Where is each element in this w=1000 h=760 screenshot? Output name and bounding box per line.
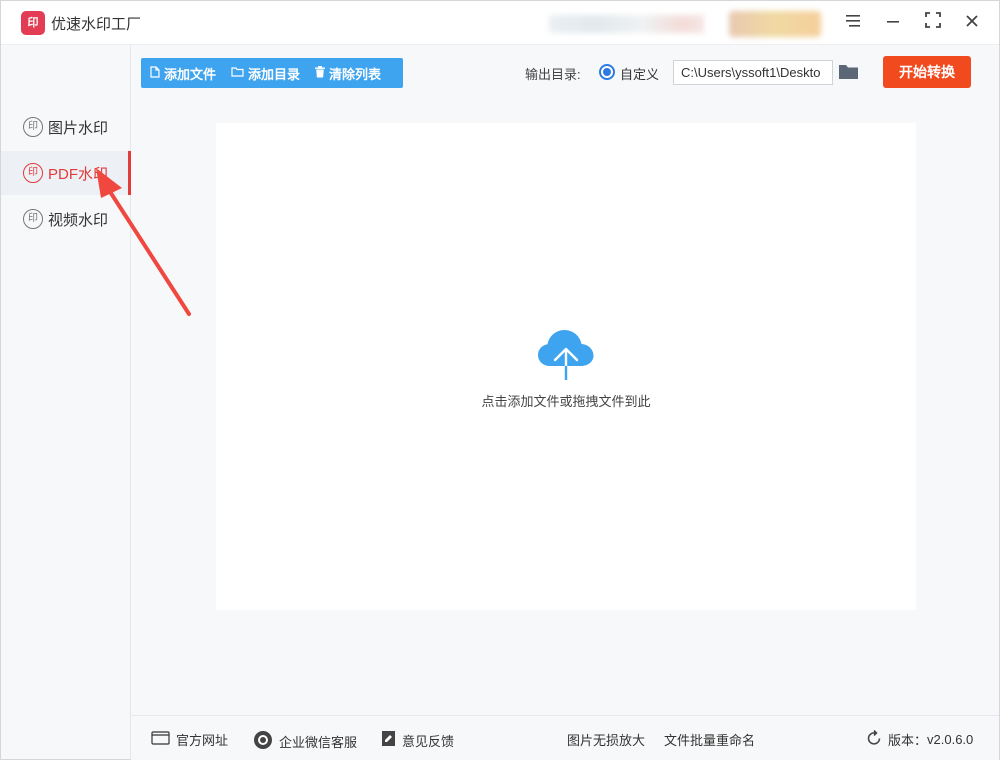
feedback-label: 意见反馈: [402, 733, 455, 749]
drop-zone-hint: 点击添加文件或拖拽文件到此: [481, 394, 651, 409]
feedback-link[interactable]: 意见反馈: [381, 730, 454, 750]
refresh-icon: [866, 729, 882, 749]
website-label: 官方网址: [176, 733, 229, 748]
sidebar-item-label: 视频水印: [48, 211, 109, 229]
feedback-icon: [381, 730, 396, 750]
version-number: v2.0.6.0: [927, 732, 974, 747]
blurred-user-info: [549, 11, 821, 37]
minimize-icon[interactable]: [881, 11, 905, 35]
chat-icon: [253, 730, 273, 753]
menu-icon[interactable]: [841, 11, 865, 35]
app-logo-icon: 印: [21, 11, 45, 35]
version-label: 版本：: [888, 733, 928, 748]
sidebar-item-video-watermark[interactable]: 印 视频水印: [1, 197, 131, 241]
add-file-button[interactable]: 添加文件: [141, 58, 222, 88]
file-toolbar: 添加文件 添加目录 清除列表: [141, 58, 403, 88]
footer-bar: 官方网址 企业微信客服 意见反馈 图片无损放大 文件批量重命名 版本： v2.0…: [131, 715, 999, 760]
active-indicator: [128, 151, 131, 195]
trash-icon: [315, 65, 326, 81]
sidebar-item-pdf-watermark[interactable]: 印 PDF水印: [1, 151, 131, 195]
clear-list-button[interactable]: 清除列表: [306, 58, 387, 88]
folder-icon: [231, 66, 244, 80]
sidebar-item-label: PDF水印: [48, 165, 109, 183]
wechat-label: 企业微信客服: [279, 735, 358, 750]
file-drop-zone[interactable]: 点击添加文件或拖拽文件到此: [216, 123, 916, 610]
version-info[interactable]: 版本： v2.0.6.0: [866, 729, 974, 749]
image-upscale-link[interactable]: 图片无损放大: [567, 730, 645, 749]
app-title: 优速水印工厂: [51, 16, 142, 33]
custom-radio[interactable]: [599, 64, 615, 80]
app-window: 印 优速水印工厂 印 图片水印 印 PDF水印 印 视频水印 添加文件 添加目录…: [0, 0, 1000, 760]
sidebar: 印 图片水印 印 PDF水印 印 视频水印: [1, 45, 131, 759]
cloud-upload-icon: [536, 328, 596, 382]
browse-folder-icon[interactable]: [838, 63, 859, 80]
maximize-icon[interactable]: [921, 11, 945, 35]
file-icon: [150, 65, 160, 81]
stamp-icon: 印: [23, 117, 43, 137]
add-directory-label: 添加目录: [248, 66, 301, 82]
start-convert-button[interactable]: 开始转换: [883, 56, 971, 88]
official-website-link[interactable]: 官方网址: [151, 730, 228, 749]
sidebar-item-image-watermark[interactable]: 印 图片水印: [1, 105, 131, 149]
close-icon[interactable]: [960, 11, 984, 35]
batch-rename-link[interactable]: 文件批量重命名: [664, 730, 755, 749]
sidebar-item-label: 图片水印: [48, 119, 109, 137]
output-path-input[interactable]: [673, 60, 833, 85]
wechat-support-link[interactable]: 企业微信客服: [253, 730, 357, 753]
add-file-label: 添加文件: [164, 66, 217, 82]
stamp-icon: 印: [23, 209, 43, 229]
title-bar: 印 优速水印工厂: [1, 1, 999, 45]
stamp-icon: 印: [23, 163, 43, 183]
website-icon: [151, 731, 170, 748]
custom-radio-label[interactable]: 自定义: [620, 64, 659, 83]
output-dir-label: 输出目录:: [525, 67, 581, 82]
clear-list-label: 清除列表: [329, 66, 382, 82]
add-directory-button[interactable]: 添加目录: [222, 58, 306, 88]
